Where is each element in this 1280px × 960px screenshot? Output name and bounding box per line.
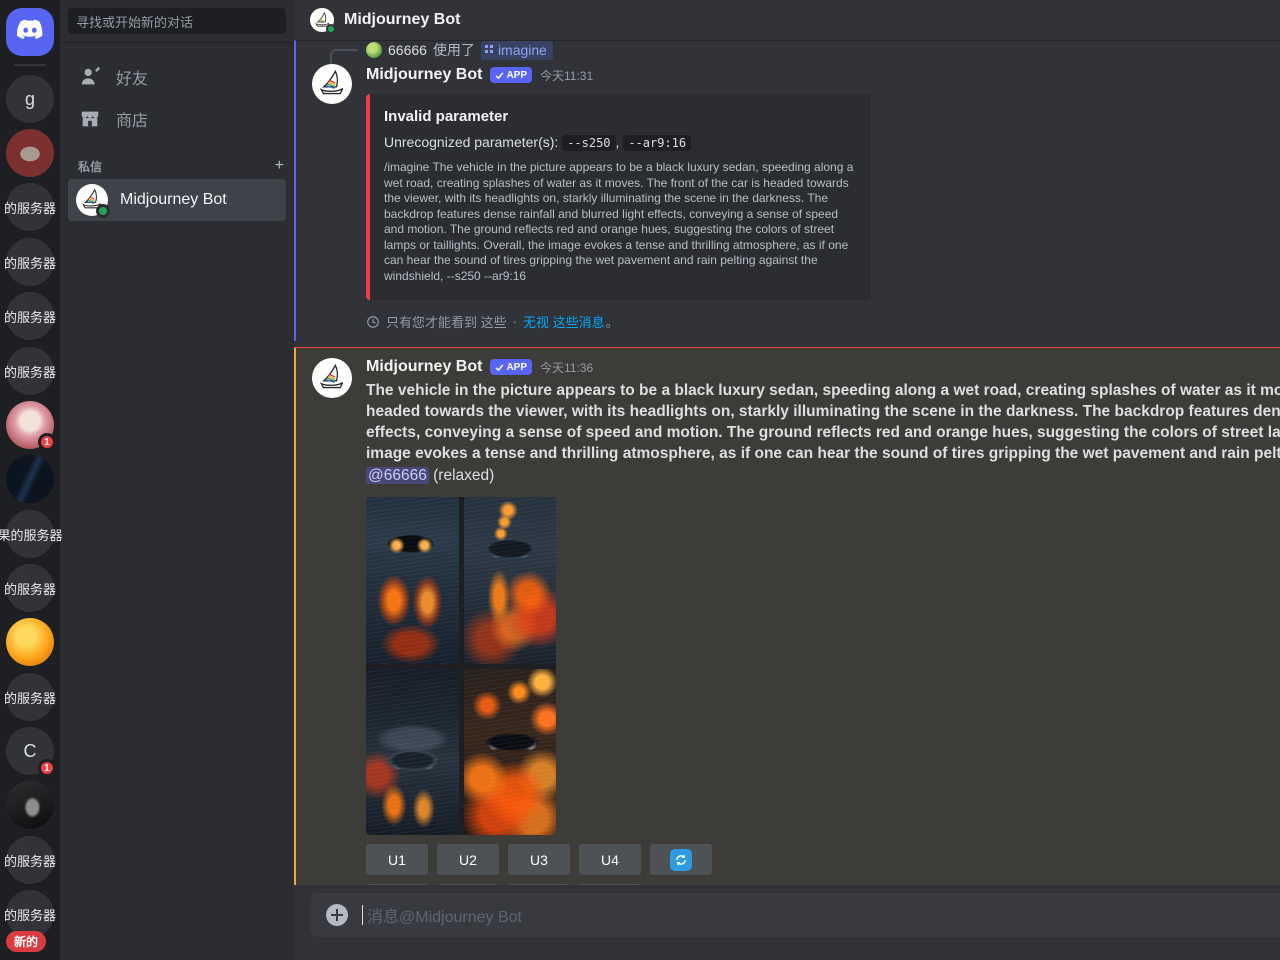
embed-prompt-text: /imagine The vehicle in the picture appe… bbox=[384, 160, 855, 284]
variation-button-row: V1 V2 V3 V4 bbox=[366, 884, 1280, 885]
chat-title: Midjourney Bot bbox=[344, 11, 460, 29]
new-messages-divider bbox=[294, 347, 1280, 348]
u3-button[interactable]: U3 bbox=[508, 844, 570, 875]
dm-item-name: Midjourney Bot bbox=[120, 191, 227, 209]
image-option-3[interactable] bbox=[366, 669, 459, 836]
attach-plus-icon[interactable] bbox=[326, 904, 348, 926]
reply-reference[interactable]: 66666 使用了 imagine bbox=[366, 40, 1280, 60]
unread-badge: 1 bbox=[38, 433, 56, 451]
mention-line: @66666 (relaxed) bbox=[366, 465, 1280, 487]
server-icon-text-7[interactable]: 的服务器 bbox=[6, 673, 54, 721]
message-author[interactable]: Midjourney Bot bbox=[366, 66, 482, 84]
param-code-chip: --s250 bbox=[562, 135, 615, 151]
create-dm-plus-icon[interactable]: + bbox=[275, 157, 284, 175]
embed-title: Invalid parameter bbox=[384, 108, 855, 125]
eye-icon bbox=[366, 315, 380, 329]
midjourney-bot-avatar[interactable] bbox=[312, 358, 352, 398]
v4-button[interactable]: V4 bbox=[579, 884, 641, 885]
dm-item-midjourney-bot[interactable]: Midjourney Bot bbox=[68, 179, 286, 221]
sidebar-divider bbox=[60, 42, 294, 43]
discord-home-button[interactable] bbox=[6, 8, 54, 56]
unread-badge: 1 bbox=[38, 759, 56, 777]
u2-button[interactable]: U2 bbox=[437, 844, 499, 875]
search-conversation-button[interactable]: 寻找或开始新的对话 bbox=[68, 8, 286, 34]
message-group-ephemeral: 66666 使用了 imagine Midjourney Bot APP 今天 bbox=[294, 40, 1280, 341]
server-icon-elephant[interactable] bbox=[6, 129, 54, 177]
online-status-dot bbox=[326, 24, 336, 34]
upscale-button-row: U1 U2 U3 U4 bbox=[366, 844, 1280, 875]
image-option-2[interactable] bbox=[464, 497, 557, 664]
reply-spine bbox=[330, 49, 358, 65]
message-author[interactable]: Midjourney Bot bbox=[366, 358, 482, 376]
server-icon-text-6[interactable]: 的服务器 bbox=[6, 564, 54, 612]
server-icon-planet[interactable] bbox=[6, 618, 54, 666]
server-icon-photo[interactable] bbox=[6, 781, 54, 829]
server-icon-navy[interactable] bbox=[6, 455, 54, 503]
server-icon-text-8[interactable]: 的服务器 bbox=[6, 836, 54, 884]
store-icon bbox=[78, 107, 102, 131]
prompt-message-text: The vehicle in the picture appears to be… bbox=[366, 380, 1280, 464]
new-servers-pill[interactable]: 新的 bbox=[6, 931, 46, 952]
image-option-4[interactable] bbox=[464, 669, 557, 836]
app-badge-check-icon bbox=[495, 363, 504, 372]
rail-divider bbox=[14, 64, 46, 66]
server-icon-text-2[interactable]: 的服务器 bbox=[6, 238, 54, 286]
dm-sidebar: 寻找或开始新的对话 好友 商店 私信 + Midjourney Bot bbox=[60, 0, 294, 960]
discord-logo-icon bbox=[16, 19, 44, 46]
friends-icon bbox=[78, 65, 102, 89]
online-status-dot bbox=[96, 204, 110, 218]
text-cursor bbox=[362, 905, 363, 925]
server-icon-g[interactable]: g bbox=[6, 75, 54, 123]
sidebar-item-label: 商店 bbox=[116, 107, 148, 131]
server-icon-text-1[interactable]: 的服务器 bbox=[6, 183, 54, 231]
replied-username[interactable]: 66666 bbox=[388, 42, 427, 58]
message-input[interactable]: 消息@Midjourney Bot bbox=[367, 903, 522, 927]
message-timestamp: 今天11:31 bbox=[540, 67, 593, 84]
u1-button[interactable]: U1 bbox=[366, 844, 428, 875]
user-mention[interactable]: @66666 bbox=[366, 467, 429, 484]
slash-command-pill[interactable]: imagine bbox=[481, 41, 553, 60]
app-badge-check-icon bbox=[495, 71, 504, 80]
message-list: 66666 使用了 imagine Midjourney Bot APP 今天 bbox=[294, 40, 1280, 885]
server-icon-text-3[interactable]: 的服务器 bbox=[6, 292, 54, 340]
v2-button[interactable]: V2 bbox=[437, 884, 499, 885]
ephemeral-separator: · bbox=[513, 314, 517, 329]
server-rail: g 的服务器 的服务器 的服务器 的服务器 1 果的服务器 的服务器 的服务器 … bbox=[0, 0, 60, 960]
app-badge: APP bbox=[490, 359, 532, 375]
message-group-mention: Midjourney Bot APP 今天11:36 The vehicle i… bbox=[294, 348, 1280, 885]
replied-user-avatar bbox=[366, 42, 382, 58]
message-composer[interactable]: 消息@Midjourney Bot bbox=[310, 893, 1280, 937]
chat-header: Midjourney Bot bbox=[294, 0, 1280, 40]
reply-action-text: 使用了 bbox=[433, 40, 475, 60]
dismiss-message-link[interactable]: 无视 这些消息 bbox=[523, 312, 605, 331]
ephemeral-notice: 只有您才能看到 这些 · 无视 这些消息。 bbox=[366, 312, 1280, 331]
embed-description: Unrecognized parameter(s): --s250, --ar9… bbox=[384, 134, 855, 150]
midjourney-bot-avatar[interactable] bbox=[312, 64, 352, 104]
ephemeral-text: 只有您才能看到 这些 bbox=[386, 312, 507, 331]
server-icon-art[interactable]: 1 bbox=[6, 401, 54, 449]
server-icon-c[interactable]: C 1 bbox=[6, 727, 54, 775]
v1-button[interactable]: V1 bbox=[366, 884, 428, 885]
error-embed: Invalid parameter Unrecognized parameter… bbox=[366, 94, 871, 300]
generated-image-grid[interactable] bbox=[366, 497, 556, 835]
sidebar-item-store[interactable]: 商店 bbox=[68, 99, 286, 139]
server-icon-text-4[interactable]: 的服务器 bbox=[6, 347, 54, 395]
chat-panel: Midjourney Bot 66666 使用了 imagine Mi bbox=[294, 0, 1280, 960]
sidebar-item-label: 好友 bbox=[116, 65, 148, 89]
v3-button[interactable]: V3 bbox=[508, 884, 570, 885]
param-code-chip: --ar9:16 bbox=[623, 135, 691, 151]
dm-section-label: 私信 bbox=[78, 158, 102, 175]
image-option-1[interactable] bbox=[366, 497, 459, 664]
server-icon-text-5[interactable]: 果的服务器 bbox=[6, 510, 54, 558]
app-badge: APP bbox=[490, 67, 532, 83]
u4-button[interactable]: U4 bbox=[579, 844, 641, 875]
message-timestamp: 今天11:36 bbox=[540, 359, 593, 376]
refresh-icon bbox=[670, 849, 692, 871]
sidebar-item-friends[interactable]: 好友 bbox=[68, 57, 286, 97]
reroll-button[interactable] bbox=[650, 844, 712, 875]
command-icon bbox=[485, 45, 495, 55]
